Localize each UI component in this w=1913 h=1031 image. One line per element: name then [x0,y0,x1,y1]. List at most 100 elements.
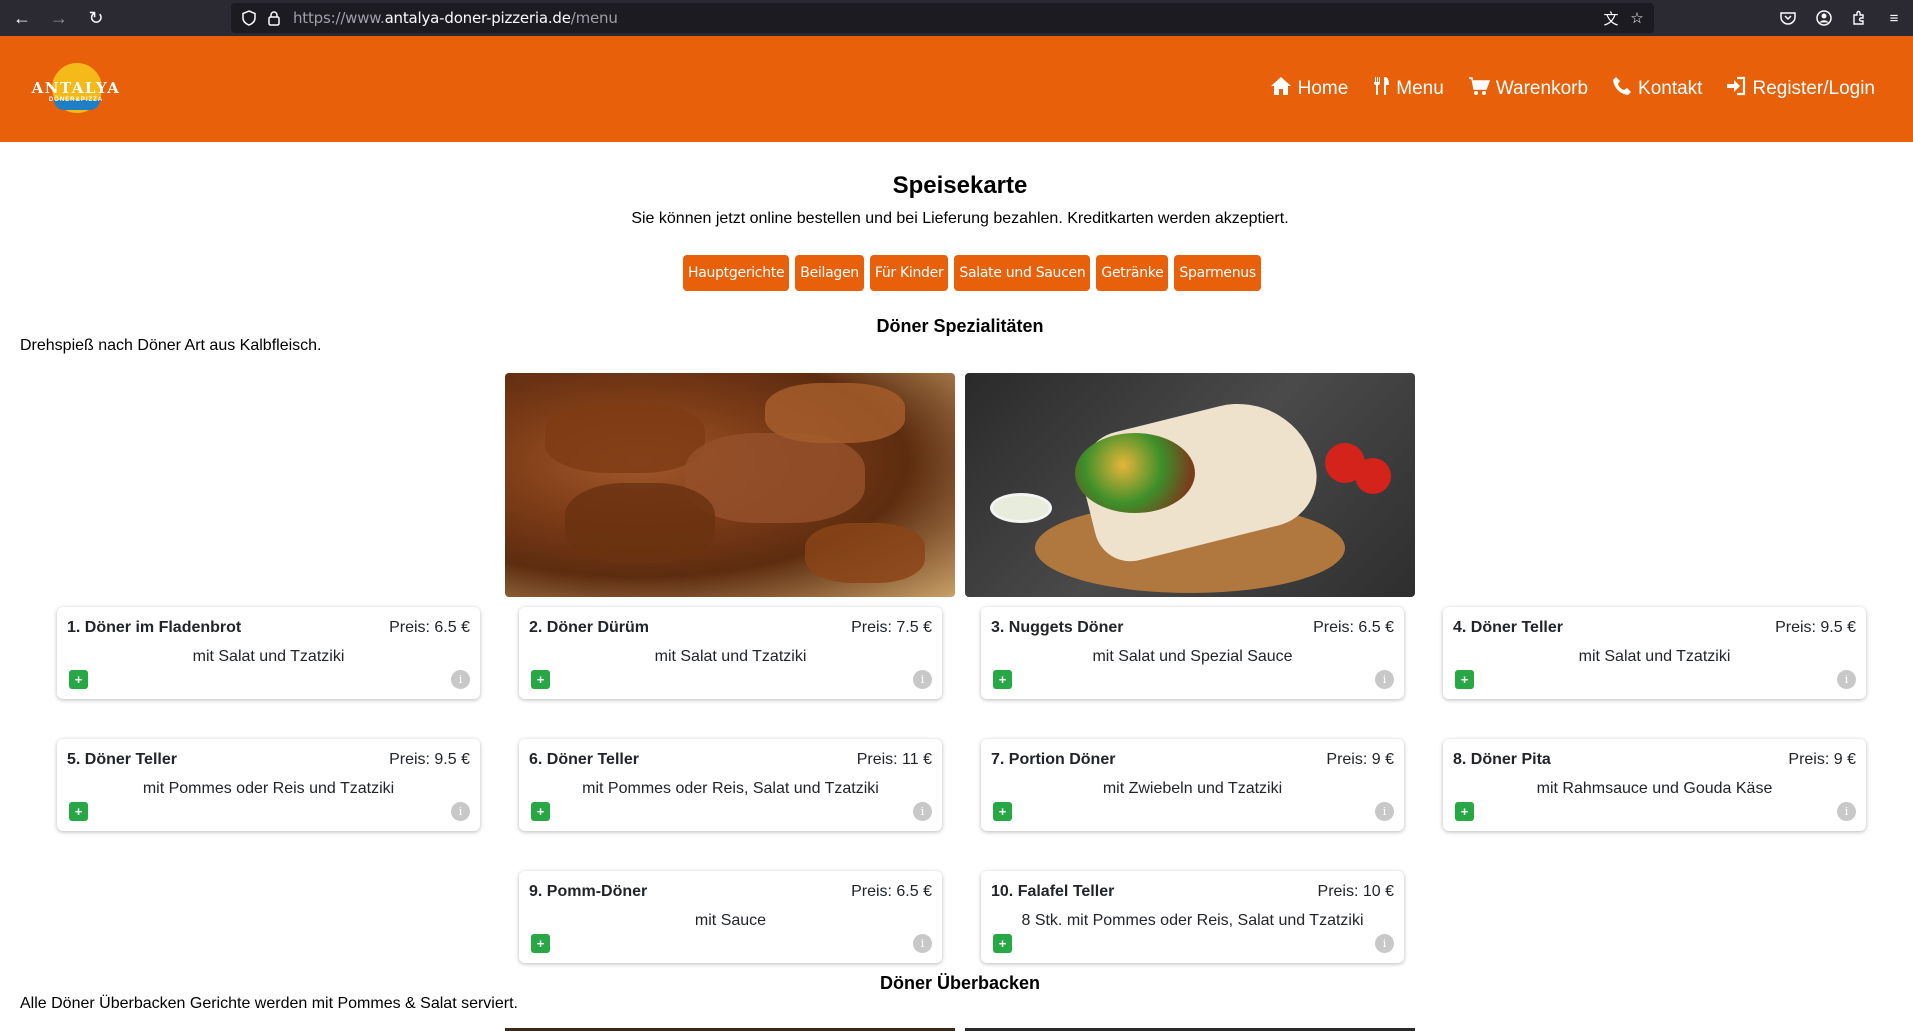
info-icon[interactable]: i [451,802,470,821]
nav-menu-label: Menu [1396,78,1444,99]
cart-icon [1468,76,1490,102]
info-icon[interactable]: i [451,670,470,689]
phone-icon [1612,76,1632,102]
category-hauptgerichte[interactable]: Hauptgerichte [683,255,790,291]
add-to-cart-button[interactable]: + [531,802,550,821]
item-description: mit Salat und Spezial Sauce [1092,648,1293,665]
item-price: Preis: 9.5 € [389,751,470,768]
add-to-cart-button[interactable]: + [1455,802,1474,821]
menu-hamburger-icon[interactable]: ≡ [1882,6,1906,30]
item-description: mit Salat und Tzatziki [1578,648,1731,665]
url-prefix: https://www. [293,9,385,27]
category-beilagen[interactable]: Beilagen [795,255,864,291]
site-logo[interactable]: ANTALYA DÖNER&PIZZA [28,60,124,122]
category-sparmenus[interactable]: Sparmenus [1174,255,1261,291]
menu-item-card: 5. Döner Teller Preis: 9.5 € mit Pommes … [57,739,480,831]
item-name: 1. Döner im Fladenbrot [67,619,242,636]
shield-icon[interactable] [239,8,259,28]
category-salate-und-saucen[interactable]: Salate und Saucen [954,255,1091,291]
category-getraenke[interactable]: Getränke [1096,255,1169,291]
add-to-cart-button[interactable]: + [993,670,1012,689]
nav-menu[interactable]: Menu [1372,76,1444,102]
item-name: 9. Pomm-Döner [529,883,648,900]
page-subtitle: Sie können jetzt online bestellen und be… [631,210,1289,227]
tomato [1355,458,1391,494]
reload-icon[interactable]: ↻ [82,4,110,32]
item-description: mit Sauce [694,912,767,929]
url-text: https://www.antalya-doner-pizzeria.de/me… [293,9,618,27]
add-to-cart-button[interactable]: + [531,670,550,689]
back-icon[interactable]: ← [8,4,36,32]
utensils-icon [1372,76,1390,102]
url-path: /menu [570,9,618,27]
menu-item-card: 8. Döner Pita Preis: 9 € mit Rahmsauce u… [1443,739,1866,831]
menu-item-card: 4. Döner Teller Preis: 9.5 € mit Salat u… [1443,607,1866,699]
nav-home-label: Home [1297,78,1349,99]
forward-icon[interactable]: → [45,4,73,32]
nav-kontakt[interactable]: Kontakt [1612,76,1702,102]
add-to-cart-button[interactable]: + [69,802,88,821]
category-buttons: Hauptgerichte Beilagen Für Kinder Salate… [683,255,1261,291]
add-to-cart-button[interactable]: + [993,802,1012,821]
item-price: Preis: 11 € [856,751,932,768]
info-icon[interactable]: i [913,670,932,689]
item-price: Preis: 7.5 € [851,619,932,636]
add-to-cart-button[interactable]: + [1455,670,1474,689]
browser-toolbar: ← → ↻ https://www.antalya-doner-pizzeria… [0,0,1913,36]
add-to-cart-button[interactable]: + [69,670,88,689]
info-icon[interactable]: i [1375,670,1394,689]
item-price: Preis: 9 € [1326,751,1394,768]
info-icon[interactable]: i [1837,670,1856,689]
item-name: 5. Döner Teller [67,751,177,768]
extensions-icon[interactable] [1847,6,1871,30]
nav-register-login[interactable]: Register/Login [1726,76,1875,102]
item-name: 7. Portion Döner [991,751,1116,768]
info-icon[interactable]: i [1375,802,1394,821]
home-icon [1270,76,1292,102]
pocket-icon[interactable] [1776,6,1800,30]
menu-item-card: 9. Pomm-Döner Preis: 6.5 € mit Sauce + i [519,871,942,963]
logo-text: ANTALYA [31,79,121,97]
item-name: 8. Döner Pita [1453,751,1551,768]
nav-warenkorb[interactable]: Warenkorb [1468,76,1588,102]
menu-item-card: 2. Döner Dürüm Preis: 7.5 € mit Salat un… [519,607,942,699]
category-fuer-kinder[interactable]: Für Kinder [869,255,949,291]
info-icon[interactable]: i [913,802,932,821]
item-description: mit Pommes oder Reis und Tzatziki [142,780,395,797]
menu-item-card: 7. Portion Döner Preis: 9 € mit Zwiebeln… [981,739,1404,831]
menu-item-card: 1. Döner im Fladenbrot Preis: 6.5 € mit … [57,607,480,699]
nav-kontakt-label: Kontakt [1638,78,1703,99]
item-description: mit Zwiebeln und Tzatziki [1102,780,1283,797]
doner-meat-image [505,373,955,597]
nav-home[interactable]: Home [1270,76,1349,102]
nav-register-login-label: Register/Login [1752,78,1875,99]
item-description: mit Rahmsauce und Gouda Käse [1536,780,1773,797]
item-description: mit Salat und Tzatziki [654,648,807,665]
item-name: 3. Nuggets Döner [991,619,1124,636]
item-name: 2. Döner Dürüm [529,619,650,636]
item-price: Preis: 6.5 € [1313,619,1394,636]
wrap-filling [1075,433,1195,513]
add-to-cart-button[interactable]: + [531,934,550,953]
item-price: Preis: 9 € [1788,751,1856,768]
translate-icon[interactable]: 文 [1601,8,1621,28]
menu-item-card: 3. Nuggets Döner Preis: 6.5 € mit Salat … [981,607,1404,699]
section-title-doener-ueberbacken: Döner Überbacken [879,973,1041,993]
item-description: mit Pommes oder Reis, Salat und Tzatziki [582,780,879,797]
account-icon[interactable] [1812,6,1836,30]
add-to-cart-button[interactable]: + [993,934,1012,953]
bookmark-star-icon[interactable]: ☆ [1627,8,1647,28]
item-price: Preis: 6.5 € [851,883,932,900]
address-bar[interactable]: https://www.antalya-doner-pizzeria.de/me… [231,3,1654,33]
main-nav: Home Menu Warenkorb Kontakt Register/Log… [1270,76,1875,102]
lock-icon[interactable] [264,8,284,28]
info-icon[interactable]: i [913,934,932,953]
info-icon[interactable]: i [1837,802,1856,821]
page-title: Speisekarte [892,172,1028,199]
item-description: 8 Stk. mit Pommes oder Reis, Salat und T… [1021,912,1364,929]
item-name: 4. Döner Teller [1453,619,1563,636]
url-host: antalya-doner-pizzeria.de [384,9,571,27]
section-title-doener-spezialitaeten: Döner Spezialitäten [876,316,1044,336]
item-name: 6. Döner Teller [529,751,639,768]
info-icon[interactable]: i [1375,934,1394,953]
